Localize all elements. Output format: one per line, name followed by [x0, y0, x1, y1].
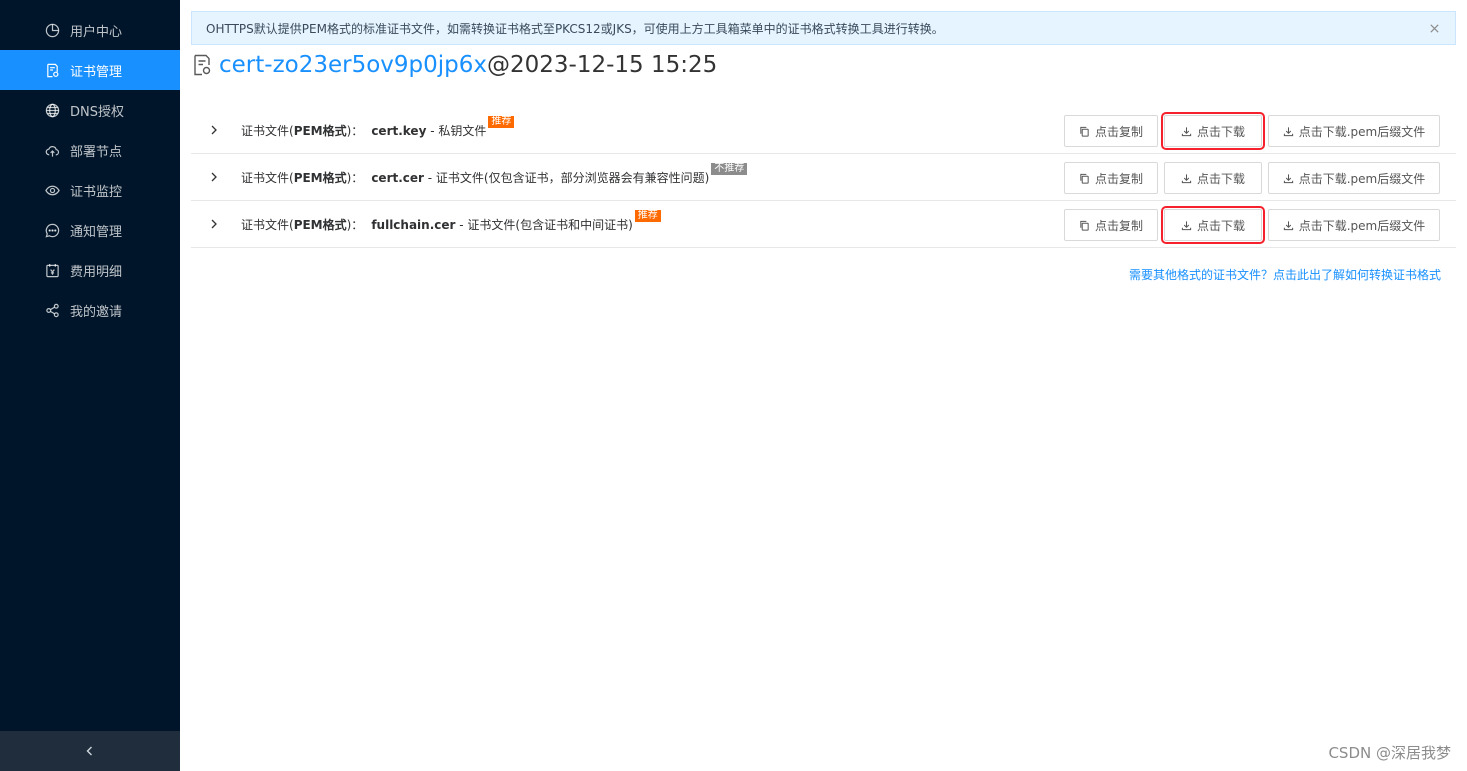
download-button[interactable]: 点击下载 — [1161, 112, 1265, 150]
file-label-prefix: 证书文件( — [241, 217, 294, 232]
file-name: cert.cer — [371, 170, 424, 185]
eye-icon — [44, 182, 60, 198]
file-desc: - 证书文件(仅包含证书，部分浏览器会有兼容性问题) — [423, 170, 710, 185]
cert-date: @2023-12-15 15:25 — [487, 52, 718, 78]
expand-button[interactable] — [207, 217, 221, 231]
cert-file-list: 证书文件(PEM格式)： cert.key - 私钥文件推荐 点击复制 点击下载 … — [191, 107, 1456, 248]
row-actions: 点击复制 点击下载 点击下载.pem后缀文件 — [1058, 112, 1440, 150]
pie-chart-icon — [44, 22, 60, 38]
sidebar-item-label: 用户中心 — [70, 24, 123, 40]
copy-button-label: 点击复制 — [1094, 124, 1143, 139]
info-alert: OHTTPS默认提供PEM格式的标准证书文件，如需转换证书格式至PKCS12或J… — [191, 11, 1456, 45]
copy-button-label: 点击复制 — [1094, 218, 1143, 233]
sidebar-item-billing[interactable]: 费用明细 — [0, 250, 180, 290]
file-label-suffix: )： — [346, 170, 364, 185]
download-pem-button-label: 点击下载.pem后缀文件 — [1298, 124, 1426, 139]
copy-icon — [1079, 125, 1091, 137]
expand-button[interactable] — [207, 123, 221, 137]
chevron-right-icon — [211, 125, 217, 135]
file-desc: - 私钥文件 — [426, 123, 487, 138]
sidebar-item-user-center[interactable]: 用户中心 — [0, 10, 180, 50]
cloud-upload-icon — [44, 142, 60, 158]
list-item: 证书文件(PEM格式)： cert.cer - 证书文件(仅包含证书，部分浏览器会… — [191, 154, 1456, 201]
download-icon — [1283, 125, 1295, 137]
sidebar-item-label: 我的邀请 — [70, 304, 123, 320]
file-label-prefix: 证书文件( — [241, 123, 294, 138]
download-button-label: 点击下载 — [1196, 124, 1245, 139]
copy-icon — [1079, 172, 1091, 184]
download-icon — [1283, 172, 1295, 184]
copy-button[interactable]: 点击复制 — [1064, 209, 1158, 241]
sidebar-collapse-button[interactable] — [0, 731, 180, 771]
download-pem-button[interactable]: 点击下载.pem后缀文件 — [1268, 162, 1440, 194]
sidebar-item-notifications[interactable]: 通知管理 — [0, 210, 180, 250]
file-format: PEM格式 — [293, 217, 347, 232]
sidebar-item-invitations[interactable]: 我的邀请 — [0, 290, 180, 330]
file-label-prefix: 证书文件( — [241, 170, 294, 185]
sidebar-item-dns-auth[interactable]: DNS授权 — [0, 90, 180, 130]
sidebar-item-cert-monitor[interactable]: 证书监控 — [0, 170, 180, 210]
download-pem-button[interactable]: 点击下载.pem后缀文件 — [1268, 209, 1440, 241]
file-label-suffix: )： — [346, 217, 364, 232]
close-icon — [1429, 23, 1439, 33]
share-icon — [44, 302, 60, 318]
file-name: cert.key — [371, 123, 427, 138]
globe-icon — [44, 102, 60, 118]
copy-icon — [1079, 219, 1091, 231]
copy-button[interactable]: 点击复制 — [1064, 162, 1158, 194]
sidebar-item-label: 证书监控 — [70, 184, 123, 200]
expand-button[interactable] — [207, 170, 221, 184]
sidebar-item-label: 证书管理 — [70, 64, 123, 80]
file-description: 证书文件(PEM格式)： fullchain.cer - 证书文件(包含证书和中间… — [241, 209, 661, 233]
watermark: CSDN @深居我梦 — [1328, 744, 1451, 762]
copy-button[interactable]: 点击复制 — [1064, 115, 1158, 147]
row-actions: 点击复制 点击下载 点击下载.pem后缀文件 — [1058, 206, 1440, 244]
chevron-left-icon — [86, 746, 92, 756]
sidebar-item-label: 部署节点 — [70, 144, 123, 160]
sidebar-menu: 用户中心 证书管理 DNS授权 部署节点 证书监控 通知管理 费用明细 我的邀请 — [0, 10, 180, 330]
file-format: PEM格式 — [293, 123, 347, 138]
certificate-icon — [44, 62, 60, 78]
file-desc: - 证书文件(包含证书和中间证书) — [455, 217, 633, 232]
download-pem-button[interactable]: 点击下载.pem后缀文件 — [1268, 115, 1440, 147]
file-label-suffix: )： — [346, 123, 364, 138]
download-button-label: 点击下载 — [1196, 171, 1245, 186]
chevron-right-icon — [211, 172, 217, 182]
message-icon — [44, 222, 60, 238]
file-format: PEM格式 — [293, 170, 347, 185]
download-icon — [1283, 219, 1295, 231]
sidebar: 用户中心 证书管理 DNS授权 部署节点 证书监控 通知管理 费用明细 我的邀请 — [0, 0, 180, 771]
file-name: fullchain.cer — [371, 217, 456, 232]
download-button[interactable]: 点击下载 — [1164, 162, 1262, 194]
sidebar-item-deploy-nodes[interactable]: 部署节点 — [0, 130, 180, 170]
download-button-label: 点击下载 — [1196, 218, 1245, 233]
alert-close-button[interactable] — [1427, 21, 1441, 35]
sidebar-item-label: DNS授权 — [70, 104, 124, 120]
download-button[interactable]: 点击下载 — [1161, 206, 1265, 244]
list-item: 证书文件(PEM格式)： fullchain.cer - 证书文件(包含证书和中间… — [191, 201, 1456, 248]
cert-name-link[interactable]: cert-zo23er5ov9p0jp6x — [219, 52, 487, 78]
download-icon — [1181, 219, 1193, 231]
download-pem-button-label: 点击下载.pem后缀文件 — [1298, 218, 1426, 233]
recommended-badge: 推荐 — [634, 209, 661, 222]
format-help-link[interactable]: 需要其他格式的证书文件？点击此出了解如何转换证书格式 — [1129, 266, 1441, 283]
page-title: cert-zo23er5ov9p0jp6x @2023-12-15 15:25 — [191, 50, 717, 80]
sidebar-item-label: 费用明细 — [70, 264, 123, 280]
list-item: 证书文件(PEM格式)： cert.key - 私钥文件推荐 点击复制 点击下载 … — [191, 107, 1456, 154]
not-recommended-badge: 不推荐 — [711, 162, 748, 175]
sidebar-item-cert-management[interactable]: 证书管理 — [0, 50, 180, 90]
file-description: 证书文件(PEM格式)： cert.cer - 证书文件(仅包含证书，部分浏览器会… — [241, 162, 748, 186]
file-description: 证书文件(PEM格式)： cert.key - 私钥文件推荐 — [241, 115, 515, 139]
recommended-badge: 推荐 — [488, 115, 515, 128]
alert-text: OHTTPS默认提供PEM格式的标准证书文件，如需转换证书格式至PKCS12或J… — [206, 21, 944, 36]
download-icon — [1181, 125, 1193, 137]
copy-button-label: 点击复制 — [1094, 171, 1143, 186]
row-actions: 点击复制 点击下载 点击下载.pem后缀文件 — [1058, 162, 1440, 194]
download-icon — [1181, 172, 1193, 184]
sidebar-item-label: 通知管理 — [70, 224, 123, 240]
chevron-right-icon — [211, 219, 217, 229]
download-pem-button-label: 点击下载.pem后缀文件 — [1298, 171, 1426, 186]
bill-icon — [44, 262, 60, 278]
certificate-icon — [191, 53, 213, 77]
